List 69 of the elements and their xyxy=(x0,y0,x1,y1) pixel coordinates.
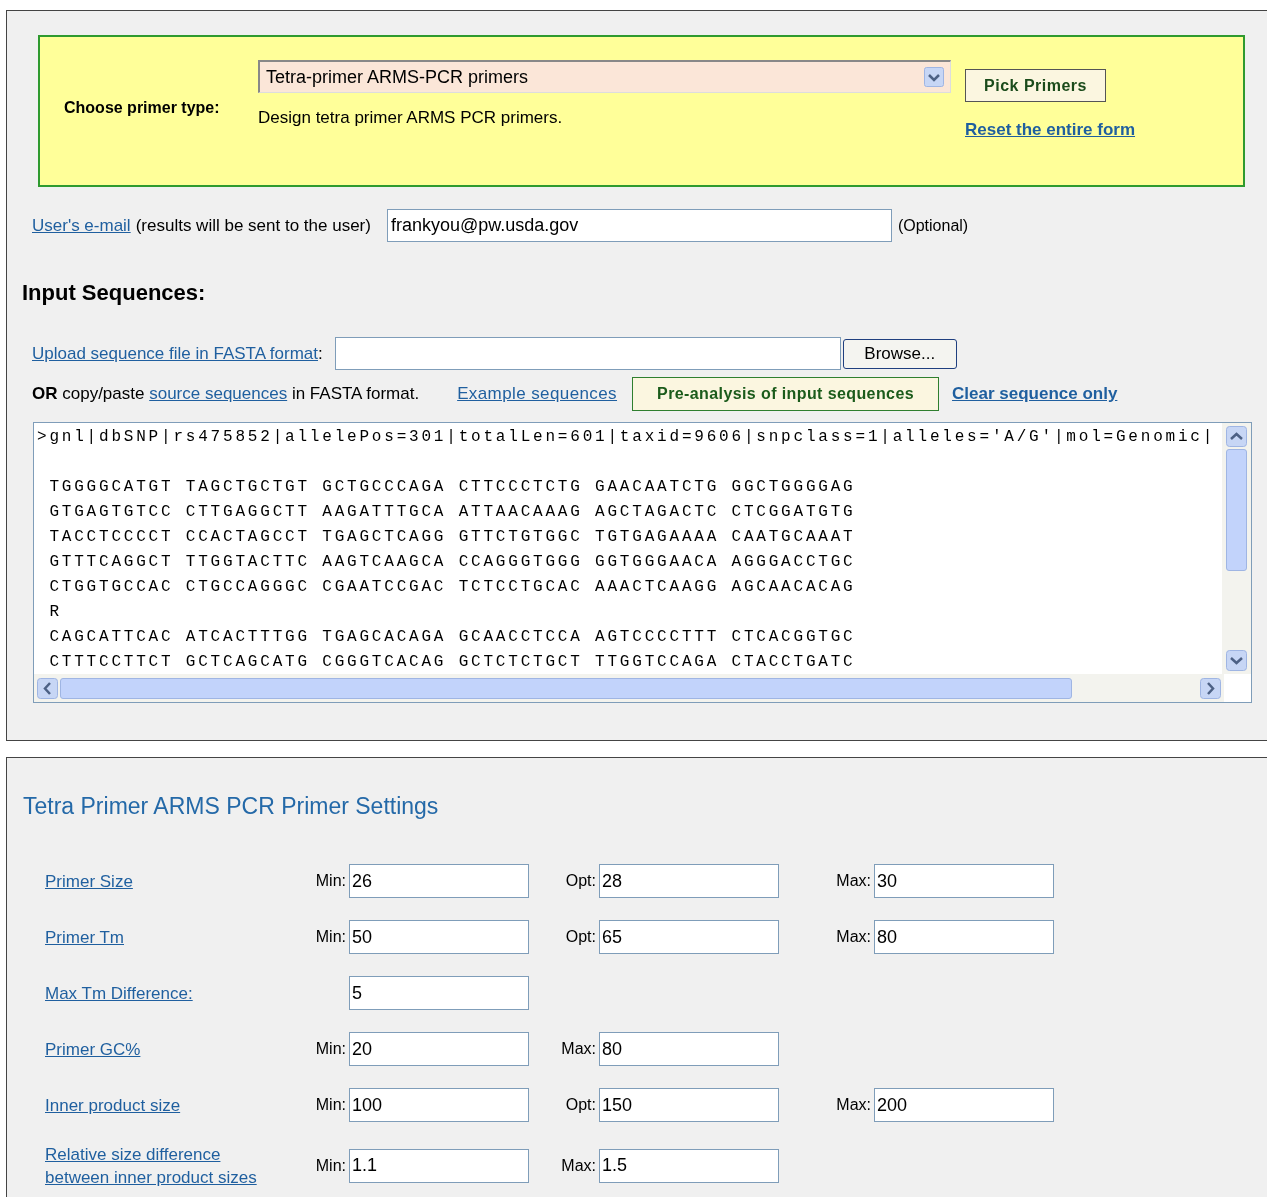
primer-type-description: Design tetra primer ARMS PCR primers. xyxy=(258,107,564,129)
setting-link[interactable]: Primer Size xyxy=(45,869,133,893)
setting-field[interactable]: 26 xyxy=(349,864,529,898)
field-label: Opt: xyxy=(565,927,596,947)
setting-field[interactable]: 20 xyxy=(349,1032,529,1066)
scroll-thumb[interactable] xyxy=(60,677,1072,699)
field-label: Opt: xyxy=(565,1095,596,1115)
field-label: Max: xyxy=(836,871,871,891)
source-sequences-link[interactable]: source sequences xyxy=(149,384,288,404)
setting-link[interactable]: Primer Tm xyxy=(45,925,124,949)
primer-type-dropdown[interactable]: Tetra-primer ARMS-PCR primers xyxy=(258,60,951,93)
email-note: (results will be sent to the user) xyxy=(135,214,371,237)
field-label: Max: xyxy=(836,1095,871,1115)
setting-field[interactable]: 50 xyxy=(349,920,529,954)
field-label: Opt: xyxy=(565,871,596,891)
field-label: Min: xyxy=(315,871,346,891)
scroll-right-icon[interactable] xyxy=(1200,677,1221,699)
setting-field[interactable]: 5 xyxy=(349,976,529,1010)
field-label: Max: xyxy=(561,1039,596,1059)
field-label: Min: xyxy=(315,1095,346,1115)
scroll-left-icon[interactable] xyxy=(37,677,58,699)
scroll-down-icon[interactable] xyxy=(1226,650,1247,671)
scroll-up-icon[interactable] xyxy=(1226,426,1247,447)
sequence-line: TACCTCCCCT CCACTAGCCT TGAGCTCAGG GTTCTGTGGC TGTGAGAAAA CAATGCAAAT xyxy=(48,527,857,548)
setting-field[interactable]: 1.5 xyxy=(599,1148,779,1183)
setting-field[interactable]: 30 xyxy=(874,864,1054,898)
sequence-line: TGGGGCATGT TAGCTGCTGT GCTGCCCAGA CTTCCCTCTG GAACAATCTG GGCTGGGGAG xyxy=(48,477,857,498)
field-label: Min: xyxy=(315,1155,346,1176)
field-label: Min: xyxy=(315,1039,346,1059)
field-label: Max: xyxy=(561,1155,596,1176)
setting-link[interactable]: Primer GC% xyxy=(45,1037,141,1061)
email-field[interactable]: frankyou@pw.usda.gov xyxy=(386,209,892,242)
browse-button[interactable]: Browse... xyxy=(842,338,957,369)
optional-note: (Optional) xyxy=(897,215,969,236)
sequence-line: CTGGTGCCAC CTGCCAGGGC CGAATCCGAC TCTCCTGCAC AAACTCAAGG AGCAACACAG xyxy=(48,577,857,598)
primer-type-label: Choose primer type: xyxy=(64,98,221,118)
email-link[interactable]: User's e-mail xyxy=(32,212,131,239)
upload-link[interactable]: Upload sequence file in FASTA format xyxy=(32,343,318,363)
field-label: Max: xyxy=(836,927,871,947)
setting-field[interactable]: 150 xyxy=(599,1088,779,1122)
pre-analysis-button[interactable]: Pre-analysis of input sequences xyxy=(632,377,940,411)
setting-field[interactable]: 200 xyxy=(874,1088,1054,1122)
setting-field[interactable]: 80 xyxy=(874,920,1054,954)
example-sequences-link[interactable]: Example sequences xyxy=(457,381,618,407)
setting-field[interactable]: 28 xyxy=(599,864,779,898)
setting-field[interactable]: 80 xyxy=(599,1032,779,1066)
sequence-line: R xyxy=(48,602,63,623)
setting-field[interactable]: 65 xyxy=(599,920,779,954)
scroll-thumb[interactable] xyxy=(1226,449,1247,571)
clear-sequence-link[interactable]: Clear sequence only xyxy=(952,381,1118,407)
file-field[interactable] xyxy=(334,337,841,370)
reset-form-link[interactable]: Reset the entire form xyxy=(965,117,1136,143)
sequence-line: CAGCATTCAC ATCACTTTGG TGAGCACAGA GCAACCTCCA AGTCCCCTTT CTCACGGTGC xyxy=(48,627,857,648)
settings-title: Tetra Primer ARMS PCR Primer Settings xyxy=(23,792,440,821)
sequence-line: CTTTCCTTCT GCTCAGCATG CGGGTCACAG GCTCTCTGCT TTGGTCCAGA CTACCTGATC xyxy=(48,652,857,672)
sequence-textarea[interactable] xyxy=(33,422,1252,703)
setting-field[interactable]: 100 xyxy=(349,1088,529,1122)
sequence-header: >gnl|dbSNP|rs475852|allelePos=301|totalLen=601|taxid=9606|snpclass=1|alleles='A/G'|mol=Genomic| xyxy=(37,427,1217,448)
pick-primers-button[interactable]: Pick Primers xyxy=(965,69,1106,102)
section-heading: Input Sequences: xyxy=(22,279,207,307)
setting-link[interactable]: Relative size difference between inner product sizes xyxy=(45,1142,285,1189)
sequence-line: GTTTCAGGCT TTGGTACTTC AAGTCAAGCA CCAGGGTGGG GGTGGGAACA AGGGACCTGC xyxy=(48,552,857,573)
setting-field[interactable]: 1.1 xyxy=(349,1148,529,1183)
setting-link[interactable]: Max Tm Difference: xyxy=(45,981,193,1005)
upload-label: Upload sequence file in FASTA format: xyxy=(32,342,323,365)
sequence-line: GTGAGTGTCC CTTGAGGCTT AAGATTTGCA ATTAACAAAG AGCTAGACTC CTCGGATGTG xyxy=(48,502,857,523)
field-label: Min: xyxy=(315,927,346,947)
setting-link[interactable]: Inner product size xyxy=(45,1093,181,1117)
paste-instruction: OR copy/paste source sequences in FASTA format. xyxy=(32,383,420,406)
